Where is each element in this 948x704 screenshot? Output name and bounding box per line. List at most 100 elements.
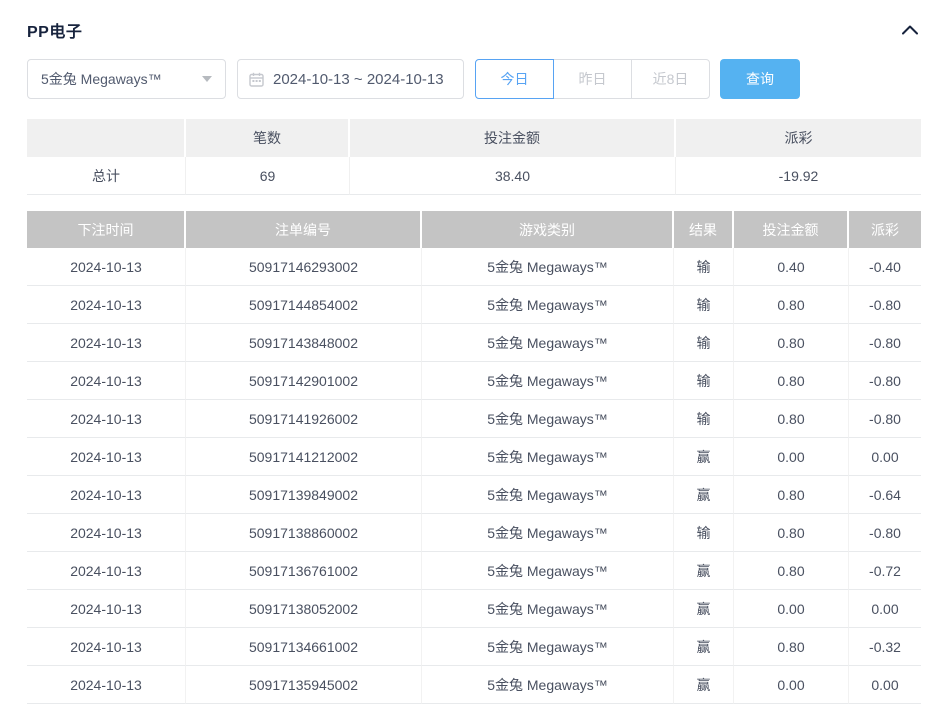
table-row: 2024-10-13509171380520025金兔 Megaways™赢0.…	[27, 590, 921, 628]
cell-game-type: 5金兔 Megaways™	[422, 362, 674, 400]
cell-result: 赢	[674, 590, 734, 628]
table-row: 2024-10-13509171412120025金兔 Megaways™赢0.…	[27, 438, 921, 476]
cell-payout: 0.00	[849, 438, 921, 476]
cell-game-type: 5金兔 Megaways™	[422, 552, 674, 590]
cell-game-type: 5金兔 Megaways™	[422, 324, 674, 362]
header-payout: 派彩	[849, 211, 921, 248]
cell-bet-amount: 0.80	[734, 514, 849, 552]
cell-payout: -0.32	[849, 628, 921, 666]
cell-game-type: 5金兔 Megaways™	[422, 666, 674, 704]
cell-bet-amount: 0.80	[734, 286, 849, 324]
cell-bet-amount: 0.80	[734, 628, 849, 666]
cell-game-type: 5金兔 Megaways™	[422, 628, 674, 666]
cell-result: 输	[674, 324, 734, 362]
summary-header-bet-amount: 投注金额	[350, 119, 676, 157]
cell-bet-time: 2024-10-13	[27, 286, 186, 324]
quick-filter-yesterday[interactable]: 昨日	[553, 59, 632, 99]
pp-games-panel: PP电子 5金兔 Megaways™ 2024-10-13 ~ 2024-10-…	[0, 0, 948, 704]
cell-bet-time: 2024-10-13	[27, 248, 186, 286]
summary-total-payout: -19.92	[676, 157, 921, 195]
game-select-value: 5金兔 Megaways™	[41, 69, 162, 89]
cell-bet-amount: 0.80	[734, 324, 849, 362]
cell-result: 输	[674, 248, 734, 286]
quick-filter-last-8-days[interactable]: 近8日	[631, 59, 710, 99]
cell-result: 赢	[674, 552, 734, 590]
cell-result: 赢	[674, 628, 734, 666]
cell-bet-id: 50917141926002	[186, 400, 422, 438]
table-row: 2024-10-13509171346610025金兔 Megaways™赢0.…	[27, 628, 921, 666]
query-button[interactable]: 查询	[720, 59, 800, 99]
cell-bet-amount: 0.80	[734, 362, 849, 400]
header-bet-id: 注单编号	[186, 211, 422, 248]
cell-bet-id: 50917135945002	[186, 666, 422, 704]
cell-bet-time: 2024-10-13	[27, 552, 186, 590]
cell-bet-id: 50917134661002	[186, 628, 422, 666]
panel-header: PP电子	[27, 18, 921, 42]
cell-payout: -0.64	[849, 476, 921, 514]
cell-bet-id: 50917136761002	[186, 552, 422, 590]
cell-bet-id: 50917143848002	[186, 324, 422, 362]
cell-bet-id: 50917138052002	[186, 590, 422, 628]
cell-payout: -0.80	[849, 324, 921, 362]
filter-bar: 5金兔 Megaways™ 2024-10-13 ~ 2024-10-13 今日…	[27, 59, 921, 99]
cell-bet-time: 2024-10-13	[27, 362, 186, 400]
cell-game-type: 5金兔 Megaways™	[422, 438, 674, 476]
table-row: 2024-10-13509171462930025金兔 Megaways™输0.…	[27, 248, 921, 286]
date-range-picker[interactable]: 2024-10-13 ~ 2024-10-13	[237, 59, 464, 99]
cell-bet-time: 2024-10-13	[27, 514, 186, 552]
cell-game-type: 5金兔 Megaways™	[422, 248, 674, 286]
cell-bet-amount: 0.00	[734, 666, 849, 704]
cell-bet-time: 2024-10-13	[27, 666, 186, 704]
table-row: 2024-10-13509171359450025金兔 Megaways™赢0.…	[27, 666, 921, 704]
table-row: 2024-10-13509171438480025金兔 Megaways™输0.…	[27, 324, 921, 362]
cell-bet-time: 2024-10-13	[27, 400, 186, 438]
cell-bet-id: 50917142901002	[186, 362, 422, 400]
cell-payout: -0.80	[849, 362, 921, 400]
page-title: PP电子	[27, 18, 82, 42]
cell-result: 赢	[674, 476, 734, 514]
cell-payout: -0.80	[849, 286, 921, 324]
cell-bet-time: 2024-10-13	[27, 476, 186, 514]
summary-total-label: 总计	[27, 157, 186, 195]
cell-bet-amount: 0.80	[734, 400, 849, 438]
quick-filter-today[interactable]: 今日	[475, 59, 554, 99]
cell-result: 赢	[674, 438, 734, 476]
cell-payout: -0.72	[849, 552, 921, 590]
cell-bet-id: 50917138860002	[186, 514, 422, 552]
cell-result: 输	[674, 286, 734, 324]
cell-game-type: 5金兔 Megaways™	[422, 286, 674, 324]
cell-payout: -0.80	[849, 514, 921, 552]
summary-total-count: 69	[186, 157, 350, 195]
table-row: 2024-10-13509171398490025金兔 Megaways™赢0.…	[27, 476, 921, 514]
table-row: 2024-10-13509171388600025金兔 Megaways™输0.…	[27, 514, 921, 552]
cell-result: 输	[674, 400, 734, 438]
calendar-icon	[249, 72, 264, 87]
summary-header-row: 笔数 投注金额 派彩	[27, 119, 921, 157]
cell-bet-time: 2024-10-13	[27, 324, 186, 362]
cell-bet-amount: 0.00	[734, 590, 849, 628]
table-row: 2024-10-13509171419260025金兔 Megaways™输0.…	[27, 400, 921, 438]
table-row: 2024-10-13509171367610025金兔 Megaways™赢0.…	[27, 552, 921, 590]
cell-payout: 0.00	[849, 666, 921, 704]
cell-payout: 0.00	[849, 590, 921, 628]
table-row: 2024-10-13509171448540025金兔 Megaways™输0.…	[27, 286, 921, 324]
summary-total-bet-amount: 38.40	[350, 157, 676, 195]
summary-total-row: 总计 69 38.40 -19.92	[27, 157, 921, 195]
cell-result: 输	[674, 362, 734, 400]
header-game-type: 游戏类别	[422, 211, 674, 248]
cell-bet-time: 2024-10-13	[27, 438, 186, 476]
cell-bet-amount: 0.40	[734, 248, 849, 286]
cell-bet-amount: 0.80	[734, 476, 849, 514]
cell-game-type: 5金兔 Megaways™	[422, 514, 674, 552]
table-row: 2024-10-13509171429010025金兔 Megaways™输0.…	[27, 362, 921, 400]
collapse-panel-button[interactable]	[899, 19, 921, 41]
chevron-down-icon	[202, 76, 212, 82]
bet-table-header-row: 下注时间 注单编号 游戏类别 结果 投注金额 派彩	[27, 211, 921, 248]
header-bet-time: 下注时间	[27, 211, 186, 248]
cell-bet-time: 2024-10-13	[27, 628, 186, 666]
game-select[interactable]: 5金兔 Megaways™	[27, 59, 226, 99]
cell-bet-id: 50917139849002	[186, 476, 422, 514]
header-result: 结果	[674, 211, 734, 248]
cell-payout: -0.40	[849, 248, 921, 286]
date-range-value: 2024-10-13 ~ 2024-10-13	[273, 71, 444, 88]
